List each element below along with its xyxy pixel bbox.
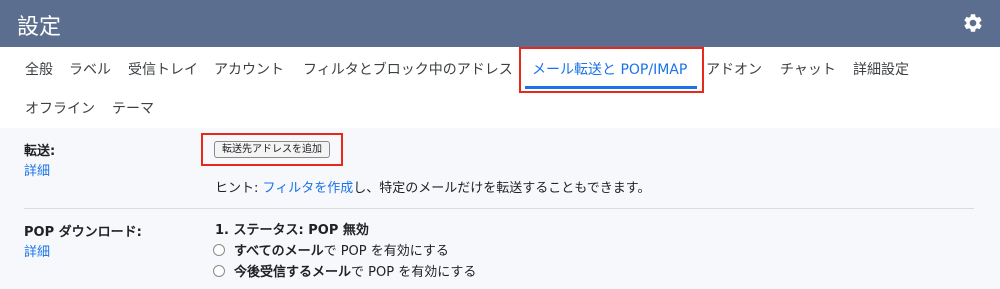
pop-option-new-mail[interactable]: 今後受信するメールで POP を有効にする	[213, 261, 476, 280]
gear-icon[interactable]	[962, 12, 984, 34]
hint-suffix: し、特定のメールだけを転送することもできます。	[353, 181, 651, 196]
tab-filters[interactable]: フィルタとブロック中のアドレス	[303, 59, 513, 79]
tab-general[interactable]: 全般	[25, 59, 53, 79]
option-text: で POP を有効にする	[323, 244, 449, 259]
pop-details-link[interactable]: 詳細	[24, 241, 50, 260]
radio-button[interactable]	[213, 243, 225, 256]
tab-inbox[interactable]: 受信トレイ	[128, 59, 198, 79]
section-divider	[24, 208, 974, 209]
tab-labels[interactable]: ラベル	[69, 59, 111, 79]
tab-advanced[interactable]: 詳細設定	[853, 59, 909, 79]
option-bold-text: 今後受信するメール	[234, 265, 352, 280]
page-title: 設定	[17, 15, 62, 40]
tab-addons[interactable]: アドオン	[706, 59, 762, 79]
forwarding-label: 転送:	[24, 144, 56, 159]
forwarding-details-link[interactable]: 詳細	[24, 160, 50, 179]
tab-accounts[interactable]: アカウント	[214, 59, 284, 79]
create-filter-link[interactable]: フィルタを作成	[263, 181, 354, 196]
forwarding-hint: ヒント: フィルタを作成し、特定のメールだけを転送することもできます。	[215, 177, 650, 196]
pop-status: 1. ステータス: POP 無効	[215, 223, 369, 238]
option-text: で POP を有効にする	[351, 265, 477, 280]
tab-themes[interactable]: テーマ	[112, 98, 154, 118]
option-bold-text: すべてのメール	[234, 244, 324, 259]
radio-button[interactable]	[213, 264, 225, 277]
button-highlight-box	[201, 133, 343, 166]
hint-prefix: ヒント:	[215, 181, 263, 196]
settings-header: 設定	[0, 0, 1000, 47]
tab-chat[interactable]: チャット	[780, 59, 836, 79]
tab-highlight-box	[519, 47, 704, 93]
pop-download-label: POP ダウンロード:	[24, 225, 142, 240]
tab-offline[interactable]: オフライン	[25, 98, 95, 118]
pop-option-all-mail[interactable]: すべてのメールで POP を有効にする	[213, 240, 449, 259]
